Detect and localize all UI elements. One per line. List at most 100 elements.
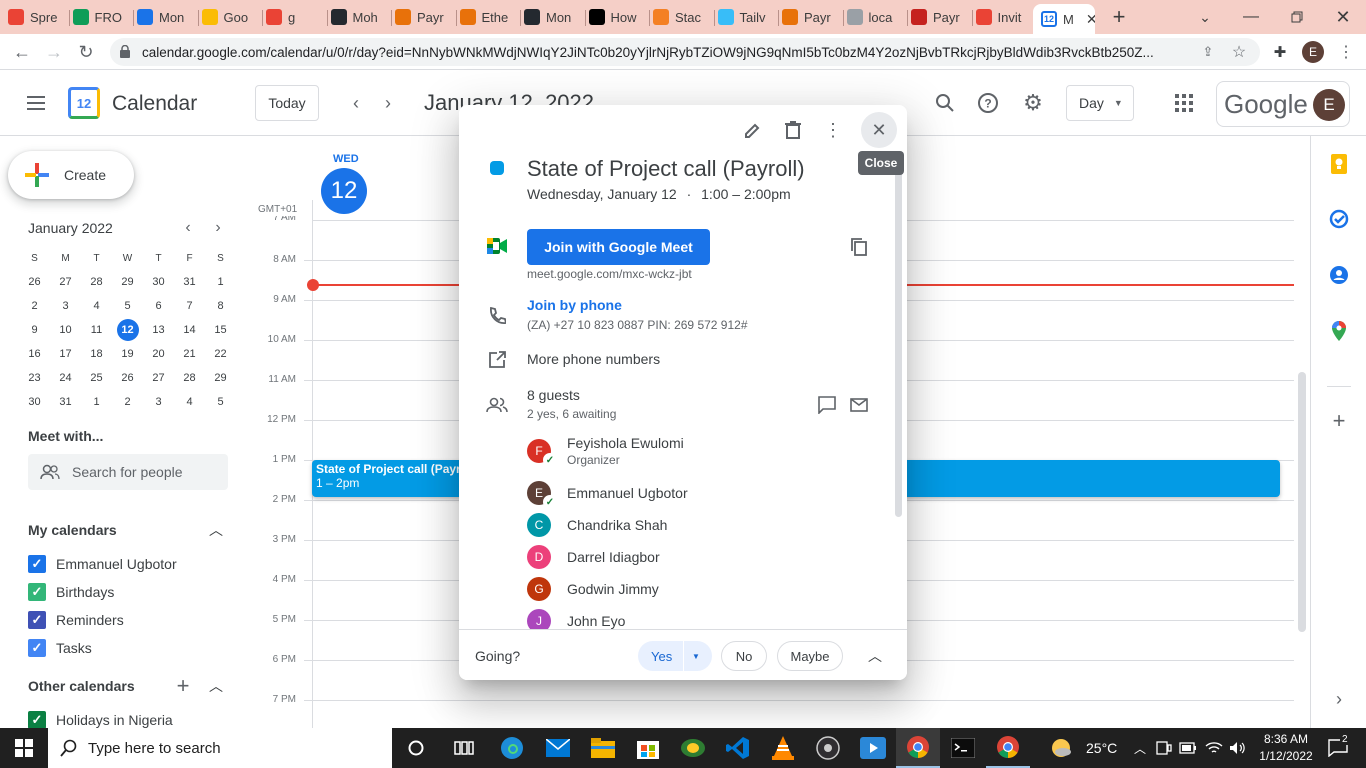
app-name[interactable]: Calendar bbox=[112, 92, 197, 116]
rsvp-maybe-button[interactable]: Maybe bbox=[777, 641, 843, 671]
forward-icon[interactable]: → bbox=[42, 40, 66, 64]
mini-calendar-day[interactable]: 11 bbox=[81, 318, 112, 342]
next-day-icon[interactable]: › bbox=[376, 91, 400, 115]
mini-calendar-day[interactable]: 25 bbox=[81, 366, 112, 390]
grid-scrollbar[interactable] bbox=[1298, 372, 1306, 632]
account-avatar[interactable]: E bbox=[1313, 89, 1345, 121]
popup-scrollbar[interactable] bbox=[895, 167, 902, 517]
mini-calendar-day[interactable]: 13 bbox=[143, 318, 174, 342]
mini-calendar-day[interactable]: 27 bbox=[143, 366, 174, 390]
create-button[interactable]: Create bbox=[8, 151, 134, 199]
mini-calendar-day[interactable]: 28 bbox=[174, 366, 205, 390]
reload-icon[interactable]: ↻ bbox=[74, 40, 98, 64]
mail-icon[interactable] bbox=[536, 728, 580, 768]
mini-calendar-day[interactable]: 31 bbox=[174, 270, 205, 294]
mini-calendar-day[interactable]: 30 bbox=[19, 390, 50, 414]
chevron-up-icon[interactable]: ︿ bbox=[206, 520, 226, 540]
tasks-icon[interactable] bbox=[1329, 209, 1349, 229]
mini-calendar-day[interactable]: 8 bbox=[205, 294, 236, 318]
device-icon[interactable] bbox=[1152, 728, 1176, 768]
mini-calendar-day[interactable]: 31 bbox=[50, 390, 81, 414]
guest-item[interactable]: E ✓ Emmanuel Ugbotor bbox=[527, 481, 688, 509]
calendar-checkbox[interactable]: ✓ bbox=[28, 611, 46, 629]
terminal-icon[interactable] bbox=[941, 728, 985, 768]
mini-calendar-day[interactable]: 15 bbox=[205, 318, 236, 342]
weather-sun-icon[interactable] bbox=[1046, 728, 1076, 768]
browser-tab[interactable]: Tailv bbox=[717, 3, 775, 31]
help-icon[interactable]: ? bbox=[975, 91, 1001, 115]
guest-item[interactable]: G Godwin Jimmy bbox=[527, 577, 659, 601]
calendar-list-item[interactable]: ✓ Tasks bbox=[28, 639, 92, 657]
chrome-profile-taskbar-icon[interactable] bbox=[986, 728, 1030, 768]
share-icon[interactable]: ⇪ bbox=[1198, 42, 1218, 62]
mini-calendar-day[interactable]: 5 bbox=[205, 390, 236, 414]
profile-avatar[interactable]: E bbox=[1302, 41, 1324, 63]
mini-calendar-day[interactable]: 7 bbox=[174, 294, 205, 318]
url-bar[interactable]: calendar.google.com/calendar/u/0/r/day?e… bbox=[110, 38, 1260, 66]
file-explorer-icon[interactable] bbox=[581, 728, 625, 768]
task-view-icon[interactable] bbox=[442, 728, 486, 768]
mini-calendar-day[interactable]: 22 bbox=[205, 342, 236, 366]
rsvp-dropdown-arrow-icon[interactable]: ▼ bbox=[692, 652, 700, 661]
mini-calendar-day[interactable]: 4 bbox=[81, 294, 112, 318]
volume-icon[interactable] bbox=[1226, 728, 1250, 768]
guest-item[interactable]: C Chandrika Shah bbox=[527, 513, 667, 537]
settings-gear-icon[interactable]: ⚙ bbox=[1020, 90, 1046, 115]
show-hidden-icons-icon[interactable]: ︿ bbox=[1128, 728, 1152, 768]
browser-tab[interactable]: Payr bbox=[911, 3, 968, 31]
mini-calendar-day[interactable]: 3 bbox=[143, 390, 174, 414]
main-menu-icon[interactable] bbox=[22, 91, 50, 115]
mini-calendar-day[interactable]: 18 bbox=[81, 342, 112, 366]
calendar-list-item[interactable]: ✓ Reminders bbox=[28, 611, 124, 629]
mini-calendar-day[interactable]: 9 bbox=[19, 318, 50, 342]
calendar-list-item[interactable]: ✓ Birthdays bbox=[28, 583, 114, 601]
edit-pencil-icon[interactable] bbox=[741, 118, 765, 142]
notifications-icon[interactable]: 2 bbox=[1320, 728, 1356, 768]
mini-calendar-day[interactable]: 24 bbox=[50, 366, 81, 390]
other-calendars-title[interactable]: Other calendars bbox=[28, 678, 135, 694]
get-addons-icon[interactable]: + bbox=[1327, 408, 1351, 433]
browser-tab[interactable]: Payr bbox=[395, 3, 452, 31]
copy-link-icon[interactable] bbox=[847, 235, 871, 259]
calendar-checkbox[interactable]: ✓ bbox=[28, 711, 46, 729]
vscode-icon[interactable] bbox=[716, 728, 760, 768]
expand-rsvp-chevron-icon[interactable]: ︿ bbox=[863, 644, 887, 668]
browser-tab[interactable]: Moh bbox=[330, 3, 388, 31]
browser-tab[interactable]: Stac bbox=[653, 3, 710, 31]
mini-calendar-day[interactable]: 2 bbox=[19, 294, 50, 318]
chat-guests-icon[interactable] bbox=[815, 393, 839, 417]
browser-menu-icon[interactable]: ⋮ bbox=[1336, 42, 1356, 62]
mini-calendar-day[interactable]: 5 bbox=[112, 294, 143, 318]
rsvp-no-button[interactable]: No bbox=[721, 641, 767, 671]
mini-calendar-day[interactable]: 12 bbox=[112, 318, 143, 342]
search-people-input[interactable]: Search for people bbox=[28, 454, 228, 490]
calendar-checkbox[interactable]: ✓ bbox=[28, 583, 46, 601]
meet-link[interactable]: meet.google.com/mxc-wckz-jbt bbox=[527, 267, 692, 281]
more-options-icon[interactable]: ⋮ bbox=[821, 118, 845, 142]
mini-calendar-day[interactable]: 20 bbox=[143, 342, 174, 366]
my-calendars-title[interactable]: My calendars bbox=[28, 522, 117, 538]
mini-calendar-day[interactable]: 14 bbox=[174, 318, 205, 342]
contacts-icon[interactable] bbox=[1329, 265, 1349, 285]
minimize-icon[interactable]: — bbox=[1240, 5, 1262, 29]
browser-tab[interactable]: Mon bbox=[137, 3, 194, 31]
keep-icon[interactable] bbox=[1329, 154, 1349, 174]
show-side-panel-icon[interactable]: › bbox=[1329, 689, 1349, 709]
browser-tab[interactable]: Invit bbox=[975, 3, 1033, 31]
edge-icon[interactable] bbox=[490, 728, 534, 768]
calendar-checkbox[interactable]: ✓ bbox=[28, 555, 46, 573]
wifi-icon[interactable] bbox=[1202, 728, 1226, 768]
maps-icon[interactable] bbox=[1329, 321, 1349, 341]
mini-calendar-day[interactable]: 1 bbox=[205, 270, 236, 294]
calendar-checkbox[interactable]: ✓ bbox=[28, 639, 46, 657]
rsvp-yes-button[interactable]: Yes ▼ bbox=[638, 641, 712, 671]
browser-tab[interactable]: How bbox=[588, 3, 646, 31]
more-phone-numbers-link[interactable]: More phone numbers bbox=[527, 351, 660, 367]
windows-start-icon[interactable] bbox=[2, 728, 46, 768]
guest-item[interactable]: D Darrel Idiagbor bbox=[527, 545, 660, 569]
browser-tab[interactable]: Spre bbox=[8, 3, 65, 31]
calendar-list-item[interactable]: ✓ Holidays in Nigeria bbox=[28, 711, 173, 729]
extensions-icon[interactable]: ✚ bbox=[1270, 42, 1290, 62]
browser-tab[interactable]: Goo bbox=[201, 3, 259, 31]
taskbar-search-box[interactable]: Type here to search bbox=[48, 728, 392, 768]
